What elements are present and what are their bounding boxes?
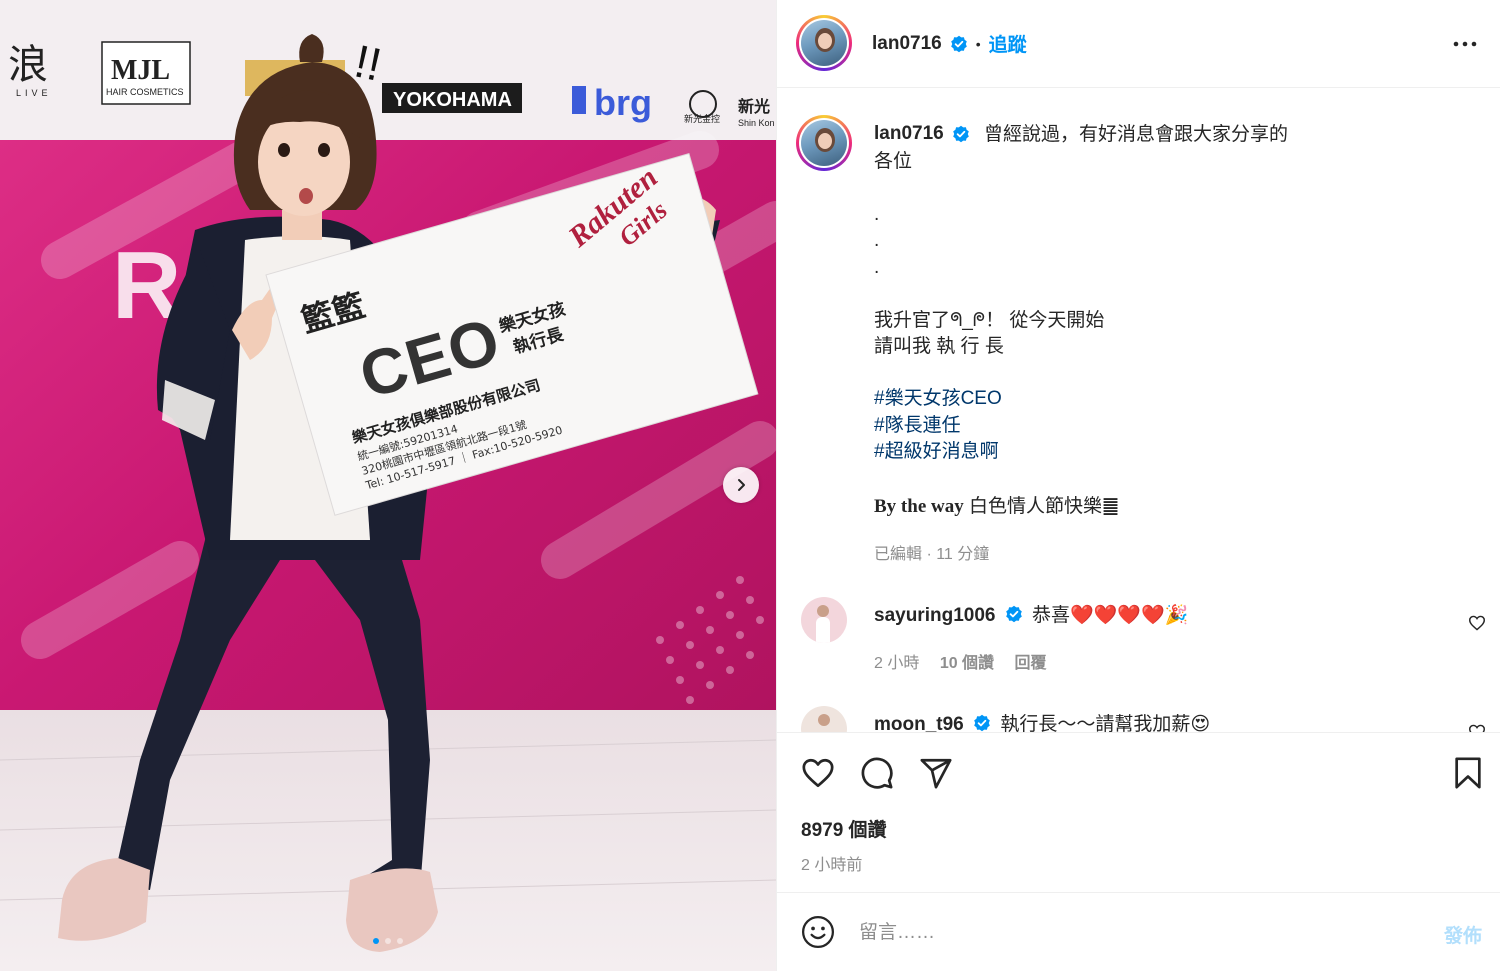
comment-bubble-icon[interactable]: [860, 756, 894, 790]
verified-badge-icon: [974, 714, 990, 732]
add-comment-bar: 發佈: [777, 892, 1500, 971]
comment-likes[interactable]: 10 個讚: [940, 655, 994, 672]
post-header: lan0716 • 追蹤: [777, 0, 1500, 88]
heart-icon[interactable]: [1468, 724, 1486, 732]
caption-hashtags: #樂天女孩CEO #隊長連任 #超級好消息啊: [874, 386, 1002, 466]
reply-button[interactable]: 回覆: [1015, 655, 1047, 672]
caption-text: 曾經說過，有好消息會跟大家分享的 各位 . . . 我升官了ᖗ_ᖘ！ 從今天開始…: [874, 124, 1289, 357]
commenter-avatar[interactable]: [801, 706, 847, 732]
carousel-dot: [397, 938, 403, 944]
carousel-next-button[interactable]: [723, 467, 759, 503]
sponsor-shinkong-en: Shin Kon: [738, 118, 775, 128]
caption-btw-zh: 白色情人節快樂䷀: [963, 496, 1120, 517]
likes-count[interactable]: 8979 個讚: [801, 815, 887, 842]
comment-line: sayuring1006 恭喜❤️❤️❤️❤️🎉: [874, 600, 1188, 627]
bookmark-save-icon[interactable]: [1453, 756, 1483, 790]
chevron-right-icon: [738, 479, 745, 491]
comments-scroll-area[interactable]: lan0716 曾經說過，有好消息會跟大家分享的 各位 . . . 我升官了ᖗ_…: [777, 88, 1500, 732]
comment-item: sayuring1006 恭喜❤️❤️❤️❤️🎉 2 小時 10 個讚 回覆: [777, 593, 1500, 683]
caption-edited-time: 已編輯 · 11 分鐘: [874, 546, 990, 563]
carousel-dot: [373, 938, 379, 944]
post-actions: 8979 個讚 2 小時前: [777, 732, 1500, 892]
author-username[interactable]: lan0716: [872, 33, 942, 55]
sponsor-lang-live: LIVE: [16, 88, 52, 98]
comment-text: 恭喜❤️❤️❤️❤️🎉: [1032, 605, 1189, 626]
sponsor-lang: 浪: [8, 42, 48, 88]
hashtag-link[interactable]: #超級好消息啊: [874, 439, 1002, 466]
share-send-icon[interactable]: [919, 756, 953, 790]
header-separator: •: [975, 35, 981, 52]
comment-item: moon_t96 執行長～～請幫我加薪😍: [777, 702, 1500, 732]
sponsor-brg: brg: [594, 82, 652, 123]
comment-time: 2 小時: [874, 655, 920, 672]
commenter-avatar[interactable]: [801, 597, 847, 643]
sponsor-hair-cosmetics: HAIR COSMETICS: [106, 87, 184, 97]
commenter-username[interactable]: moon_t96: [874, 714, 964, 732]
emoji-icon[interactable]: [801, 915, 835, 949]
comment-line: moon_t96 執行長～～請幫我加薪😍: [874, 709, 1210, 732]
post-comment-button[interactable]: 發佈: [1444, 921, 1482, 948]
carousel-indicator: [0, 938, 776, 944]
heart-icon[interactable]: [1468, 615, 1486, 631]
sponsor-skfh: 新光金控: [684, 113, 720, 125]
sponsor-shinkong: 新光: [738, 97, 770, 116]
comment-input[interactable]: [859, 917, 1419, 949]
post-media: R 浪 LIVE MJL HAIR COSMETICS YOKOHAMA brg…: [0, 0, 776, 971]
comment-text: 執行長～～請幫我加薪😍: [1000, 714, 1211, 732]
verified-badge-icon: [1005, 605, 1022, 623]
follow-button[interactable]: 追蹤: [989, 30, 1027, 57]
verified-badge-icon: [950, 35, 967, 52]
hashtag-link[interactable]: #樂天女孩CEO: [874, 386, 1002, 413]
posted-time: 2 小時前: [801, 857, 863, 874]
author-avatar[interactable]: [796, 15, 852, 71]
more-horizontal-icon[interactable]: [1453, 36, 1477, 52]
carousel-dot: [385, 938, 391, 944]
hashtag-link[interactable]: #隊長連任: [874, 413, 1002, 440]
caption-btw-line: By the way 白色情人節快樂䷀: [874, 491, 1119, 518]
sponsor-yokohama: YOKOHAMA: [393, 89, 512, 111]
caption-btw-en: By the way: [874, 496, 964, 517]
sign-name: 籃籃: [297, 285, 370, 341]
like-heart-icon[interactable]: [801, 757, 835, 789]
post-panel: lan0716 • 追蹤 lan0716 曾經說過，有好消息會跟大家分享的 各位…: [776, 0, 1500, 971]
commenter-username[interactable]: sayuring1006: [874, 605, 995, 626]
sponsor-mjl: MJL: [111, 55, 170, 86]
caption-avatar[interactable]: [796, 115, 852, 171]
comment-meta: 2 小時 10 個讚 回覆: [874, 649, 1063, 673]
